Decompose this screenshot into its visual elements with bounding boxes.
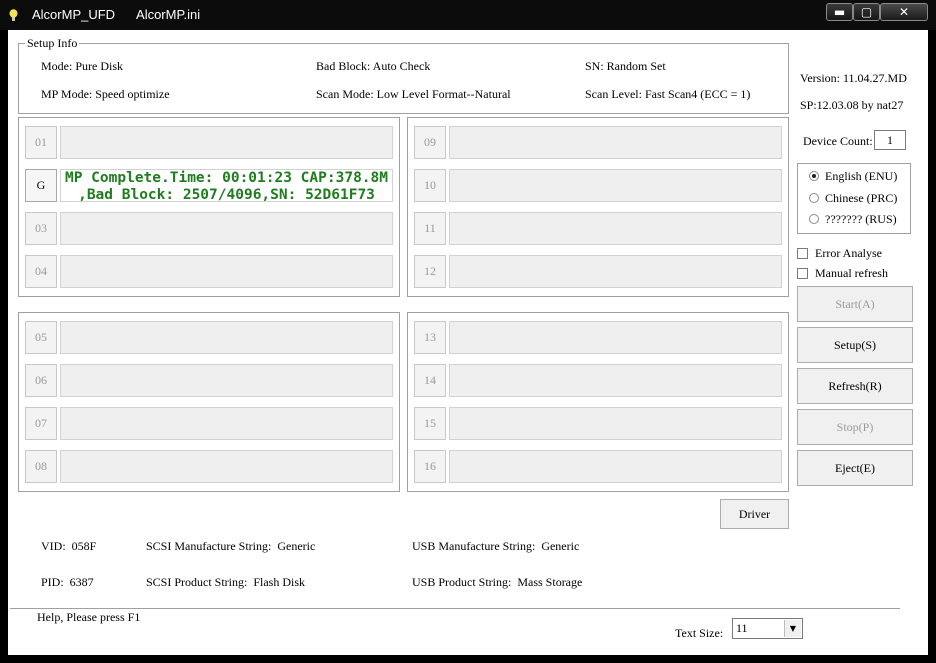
scsi-manufacture-text: SCSI Manufacture String: Generic xyxy=(146,539,316,553)
slot-12-button[interactable]: 12 xyxy=(414,255,446,288)
slot-04-status xyxy=(60,255,393,288)
close-button[interactable]: ✕ xyxy=(880,3,928,21)
mode-text: Mode: Pure Disk xyxy=(41,59,123,73)
lang-chinese-label: Chinese (PRC) xyxy=(825,191,898,205)
slot-15-status xyxy=(449,407,782,440)
slot-12-status xyxy=(449,255,782,288)
text-size-select[interactable]: 11 ▼ xyxy=(732,618,803,639)
window-title: AlcorMP_UFD AlcorMP.ini xyxy=(32,7,201,22)
minimize-button[interactable]: ▬ xyxy=(826,3,853,21)
stop-button[interactable]: Stop(P) xyxy=(797,409,913,445)
scan-mode-text: Scan Mode: Low Level Format--Natural xyxy=(316,87,511,101)
slot-02-message-line1: MP Complete.Time: 00:01:23 CAP:378.8M xyxy=(64,170,388,186)
slot-01-status xyxy=(60,126,393,159)
status-separator xyxy=(10,608,900,609)
slot-02-button[interactable]: G xyxy=(25,169,57,202)
slot-03-status xyxy=(60,212,393,245)
sn-text: SN: Random Set xyxy=(585,59,666,73)
vid-text: VID: 058F xyxy=(41,539,97,553)
device-count-label: Device Count: xyxy=(803,134,873,148)
driver-button[interactable]: Driver xyxy=(720,499,789,529)
setup-info-legend: Setup Info xyxy=(25,36,80,51)
usb-product-text: USB Product String: Mass Storage xyxy=(412,575,583,589)
slot-08-status xyxy=(60,450,393,483)
slot-09-status xyxy=(449,126,782,159)
radio-chinese[interactable] xyxy=(809,193,819,203)
slot-05-button[interactable]: 05 xyxy=(25,321,57,354)
text-size-value: 11 xyxy=(736,621,748,635)
slot-04-button[interactable]: 04 xyxy=(25,255,57,288)
sp-text: SP:12.03.08 by nat27 xyxy=(800,98,904,112)
slot-13-status xyxy=(449,321,782,354)
slot-15-button[interactable]: 15 xyxy=(414,407,446,440)
error-analyse-checkbox[interactable] xyxy=(797,248,808,259)
radio-english[interactable] xyxy=(809,171,819,181)
manual-refresh-label: Manual refresh xyxy=(815,266,888,280)
slot-14-status xyxy=(449,364,782,397)
slot-06-status xyxy=(60,364,393,397)
slot-06-button[interactable]: 06 xyxy=(25,364,57,397)
maximize-button[interactable]: ▢ xyxy=(853,3,880,21)
radio-russian[interactable] xyxy=(809,214,819,224)
slot-16-status xyxy=(449,450,782,483)
slot-10-status xyxy=(449,169,782,202)
slot-16-button[interactable]: 16 xyxy=(414,450,446,483)
version-text: Version: 11.04.27.MD xyxy=(800,71,907,85)
slot-11-status xyxy=(449,212,782,245)
slot-09-button[interactable]: 09 xyxy=(414,126,446,159)
setup-info-group xyxy=(18,43,789,114)
slot-08-button[interactable]: 08 xyxy=(25,450,57,483)
start-button[interactable]: Start(A) xyxy=(797,286,913,322)
help-text: Help, Please press F1 xyxy=(37,610,141,624)
setup-button[interactable]: Setup(S) xyxy=(797,327,913,363)
slot-02-message-line2: ,Bad Block: 2507/4096,SN: 52D61F73 xyxy=(78,187,375,203)
scsi-product-text: SCSI Product String: Flash Disk xyxy=(146,575,306,589)
pid-text: PID: 6387 xyxy=(41,575,94,589)
chevron-down-icon[interactable]: ▼ xyxy=(784,620,801,637)
slot-10-button[interactable]: 10 xyxy=(414,169,446,202)
slot-14-button[interactable]: 14 xyxy=(414,364,446,397)
slot-07-status xyxy=(60,407,393,440)
slot-13-button[interactable]: 13 xyxy=(414,321,446,354)
slot-03-button[interactable]: 03 xyxy=(25,212,57,245)
slot-01-button[interactable]: 01 xyxy=(25,126,57,159)
slot-05-status xyxy=(60,321,393,354)
error-analyse-label: Error Analyse xyxy=(815,246,882,260)
manual-refresh-checkbox[interactable] xyxy=(797,268,808,279)
lang-russian-label: ??????? (RUS) xyxy=(825,212,897,226)
app-icon xyxy=(9,9,18,21)
lang-english-label: English (ENU) xyxy=(825,169,898,183)
device-count-input[interactable]: 1 xyxy=(874,130,906,150)
slot-11-button[interactable]: 11 xyxy=(414,212,446,245)
usb-manufacture-text: USB Manufacture String: Generic xyxy=(412,539,580,553)
mp-mode-text: MP Mode: Speed optimize xyxy=(41,87,170,101)
text-size-label: Text Size: xyxy=(675,626,724,640)
refresh-button[interactable]: Refresh(R) xyxy=(797,368,913,404)
scan-level-text: Scan Level: Fast Scan4 (ECC = 1) xyxy=(585,87,751,101)
slot-07-button[interactable]: 07 xyxy=(25,407,57,440)
bad-block-text: Bad Block: Auto Check xyxy=(316,59,431,73)
eject-button[interactable]: Eject(E) xyxy=(797,450,913,486)
